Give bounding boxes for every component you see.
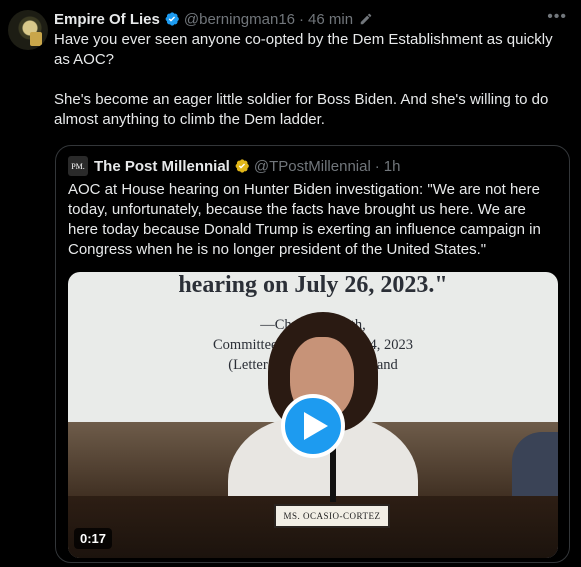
tweet-paragraph: She's become an eager little soldier for… xyxy=(54,91,549,128)
video-player[interactable]: hearing on July 26, 2023." —Chairman mit… xyxy=(68,272,558,558)
separator: · xyxy=(299,10,305,28)
avatar[interactable] xyxy=(8,10,48,50)
timestamp[interactable]: 46 min xyxy=(308,11,353,28)
slide-title: hearing on July 26, 2023." xyxy=(178,272,448,298)
quote-author-handle[interactable]: @TPostMillennial xyxy=(254,158,371,175)
more-options-icon[interactable]: ••• xyxy=(547,8,567,26)
nameplate: MS. OCASIO-CORTEZ xyxy=(274,504,390,528)
play-button[interactable] xyxy=(281,394,345,458)
verified-badge-icon xyxy=(165,12,179,26)
quote-text: AOC at House hearing on Hunter Biden inv… xyxy=(68,181,541,258)
quote-avatar[interactable]: PM. xyxy=(68,156,88,176)
tweet-body: Have you ever seen anyone co-opted by th… xyxy=(54,30,569,130)
verified-gold-badge-icon xyxy=(235,159,249,173)
tweet-header: Empire Of Lies @berningman16 · 46 min xyxy=(54,9,571,29)
quote-header: PM. The Post Millennial @TPostMillennial… xyxy=(68,156,400,176)
quoted-tweet[interactable]: PM. The Post Millennial @TPostMillennial… xyxy=(55,145,570,563)
pencil-icon xyxy=(360,13,372,25)
video-duration: 0:17 xyxy=(74,528,113,549)
quote-timestamp[interactable]: 1h xyxy=(384,158,401,175)
author-name[interactable]: Empire Of Lies xyxy=(54,11,160,28)
play-icon xyxy=(303,412,328,440)
author-handle[interactable]: @berningman16 xyxy=(184,11,295,28)
separator: · xyxy=(374,157,380,175)
tweet-paragraph: Have you ever seen anyone co-opted by th… xyxy=(54,31,553,68)
quote-author-name[interactable]: The Post Millennial xyxy=(94,158,230,175)
